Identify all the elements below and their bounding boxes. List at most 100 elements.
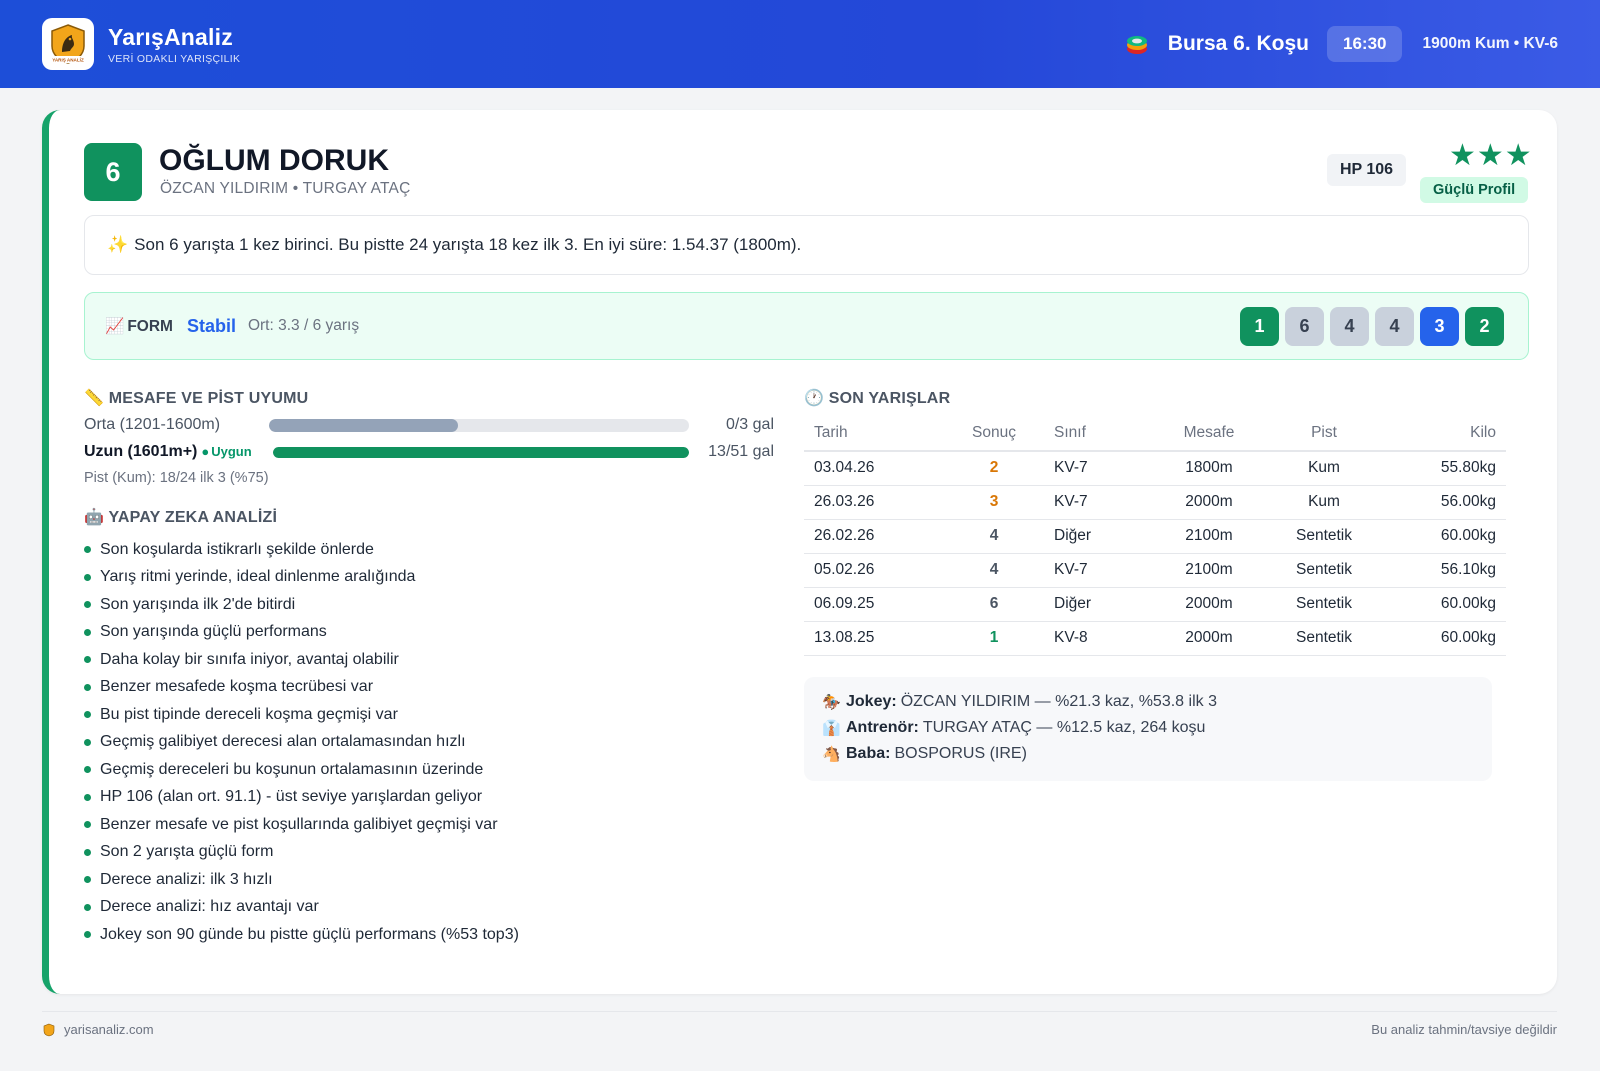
races-section-title: 🕐 SON YARIŞLAR (804, 388, 950, 408)
ai-insight-item: Jokey son 90 günde bu pistte güçlü perfo… (84, 921, 519, 949)
race-result-value: 1 (989, 629, 999, 646)
race-weight: 60.00kg (1374, 621, 1506, 656)
race-name: Bursa 6. Koşu (1167, 32, 1309, 55)
ai-insight-item: Derece analizi: hız avantajı var (84, 894, 519, 922)
race-track: Kum (1274, 485, 1374, 520)
form-label: 📈 FORM (105, 317, 173, 336)
mini-logo-icon (43, 1023, 55, 1036)
footer-disclaimer: Bu analiz tahmin/tavsiye değildir (1371, 1022, 1557, 1037)
race-result-value: 3 (989, 493, 999, 510)
brand-title[interactable]: YarışAnaliz (108, 24, 240, 51)
race-row[interactable]: 05.02.26 4 KV-7 2100m Sentetik 56.10kg (804, 553, 1506, 588)
connections-box: 🏇 Jokey: ÖZCAN YILDIRIM — %21.3 kaz, %53.8… (804, 677, 1492, 781)
race-date: 13.08.25 (804, 621, 954, 656)
sire-value: BOSPORUS (IRE) (894, 745, 1027, 762)
horse-name: OĞLUM DORUK (159, 144, 389, 177)
race-track: Sentetik (1274, 621, 1374, 656)
brand-block: YarışAnaliz VERİ ODAKLI YARIŞÇILIK (108, 24, 240, 65)
page-footer: yarisanaliz.com Bu analiz tahmin/tavsiye… (42, 1011, 1557, 1037)
race-distance: 1800m (1144, 451, 1274, 486)
form-average: Ort: 3.3 / 6 yarış (247, 317, 360, 334)
suitable-badge: Uygun (201, 444, 251, 459)
distance-section-title: 📏 MESAFE VE PİST UYUMU (84, 388, 308, 408)
race-result: 1 (954, 621, 1034, 656)
track-note: Pist (Kum): 18/24 ilk 3 (%75) (84, 470, 269, 486)
trainer-icon: 👔 (822, 720, 841, 737)
race-class: Diğer (1034, 519, 1144, 554)
jockey-label: Jokey: (846, 693, 897, 710)
ai-insight-item: Geçmiş galibiyet derecesi alan ortalamas… (84, 729, 519, 757)
distance-row-medium: Orta (1201-1600m) 0/3 gal (84, 416, 774, 434)
column-header: Sonuç (954, 415, 1034, 452)
race-track-icon (1126, 36, 1147, 54)
form-state: Stabil (186, 315, 236, 336)
distance-value: 13/51 gal (708, 443, 774, 460)
horse-shield-icon: YARIŞ ANALİZ (51, 24, 85, 64)
footer-site-link[interactable]: yarisanaliz.com (64, 1022, 154, 1037)
race-track: Sentetik (1274, 519, 1374, 554)
horse-card: 6 OĞLUM DORUK ÖZCAN YILDIRIM • TURGAY AT… (42, 110, 1557, 994)
race-date: 26.03.26 (804, 485, 954, 520)
distance-label: Orta (1201-1600m) (84, 416, 221, 433)
column-header: Kilo (1374, 415, 1506, 452)
horse-jockey-trainer: ÖZCAN YILDIRIM • TURGAY ATAÇ (160, 180, 411, 197)
column-header: Mesafe (1144, 415, 1274, 452)
distance-label-text: Uzun (1601m+) (84, 443, 198, 460)
sire-label: Baba: (846, 745, 891, 762)
ai-insight-item: HP 106 (alan ort. 91.1) - üst seviye yar… (84, 784, 519, 812)
race-track: Kum (1274, 451, 1374, 486)
form-result-chip: 6 (1285, 306, 1324, 346)
clock-icon: 🕐 (804, 390, 825, 407)
race-row[interactable]: 06.09.25 6 Diğer 2000m Sentetik 60.00kg (804, 587, 1506, 622)
race-row[interactable]: 03.04.26 2 KV-7 1800m Kum 55.80kg (804, 451, 1506, 486)
race-date: 26.02.26 (804, 519, 954, 554)
jockey-icon: 🏇 (822, 694, 841, 711)
race-distance: 2000m (1144, 485, 1274, 520)
race-row[interactable]: 26.02.26 4 Diğer 2100m Sentetik 60.00kg (804, 519, 1506, 554)
horse-head-icon: 🐴 (822, 746, 841, 763)
races-title-text: SON YARIŞLAR (828, 390, 951, 407)
races-header-row: Tarih Sonuç Sınıf Mesafe Pist Kilo (804, 415, 1506, 452)
distance-bar-fill (269, 418, 458, 432)
race-class: KV-8 (1034, 621, 1144, 656)
race-row[interactable]: 26.03.26 3 KV-7 2000m Kum 56.00kg (804, 485, 1506, 520)
races-table: Tarih Sonuç Sınıf Mesafe Pist Kilo 03.04… (804, 415, 1506, 656)
race-track: Sentetik (1274, 587, 1374, 622)
brand-logo[interactable]: YARIŞ ANALİZ (42, 18, 94, 70)
race-weight: 60.00kg (1374, 519, 1506, 554)
ai-insight-item: Son yarışında güçlü performans (84, 619, 519, 647)
ai-insight-item: Derece analizi: ilk 3 hızlı (84, 866, 519, 894)
race-result: 6 (954, 587, 1034, 622)
sparkles-icon: ✨ (107, 235, 129, 254)
app-header: YARIŞ ANALİZ YarışAnaliz VERİ ODAKLI YAR… (0, 0, 1600, 88)
distance-bar (269, 418, 689, 432)
race-track: Sentetik (1274, 553, 1374, 588)
ai-insight-item: Yarış ritmi yerinde, ideal dinlenme aral… (84, 564, 519, 592)
race-time: 16:30 (1327, 26, 1403, 62)
race-date: 06.09.25 (804, 587, 954, 622)
hp-badge: HP 106 (1327, 154, 1407, 186)
ruler-icon: 📏 (84, 390, 105, 407)
race-class: KV-7 (1034, 553, 1144, 588)
trainer-line: 👔 Antrenör: TURGAY ATAÇ — %12.5 kaz, 264 k… (822, 715, 1474, 741)
horse-number-badge: 6 (84, 143, 142, 201)
race-result: 4 (954, 553, 1034, 588)
ai-insight-item: Son yarışında ilk 2'de bitirdi (84, 591, 519, 619)
ai-insight-item: Benzer mesafede koşma tecrübesi var (84, 674, 519, 702)
form-result-chip: 4 (1375, 306, 1414, 346)
race-result-value: 2 (989, 459, 999, 477)
form-label-text: FORM (127, 317, 173, 335)
race-weight: 60.00kg (1374, 587, 1506, 622)
form-box: 📈 FORM Stabil Ort: 3.3 / 6 yarış 164432 (84, 292, 1529, 360)
race-info: Bursa 6. Koşu 16:30 1900m Kum • KV-6 (1124, 26, 1558, 62)
ai-section-title: 🤖 YAPAY ZEKA ANALİZİ (84, 507, 277, 527)
race-distance: 2100m (1144, 553, 1274, 588)
column-header: Sınıf (1034, 415, 1144, 452)
race-result: 2 (954, 451, 1034, 486)
distance-row-long: Uzun (1601m+)Uygun 13/51 gal (84, 443, 774, 461)
race-distance: 2000m (1144, 621, 1274, 656)
race-row[interactable]: 13.08.25 1 KV-8 2000m Sentetik 60.00kg (804, 621, 1506, 656)
race-meta: 1900m Kum • KV-6 (1422, 35, 1558, 52)
distance-title-text: MESAFE VE PİST UYUMU (108, 390, 309, 407)
race-class: KV-7 (1034, 451, 1144, 486)
